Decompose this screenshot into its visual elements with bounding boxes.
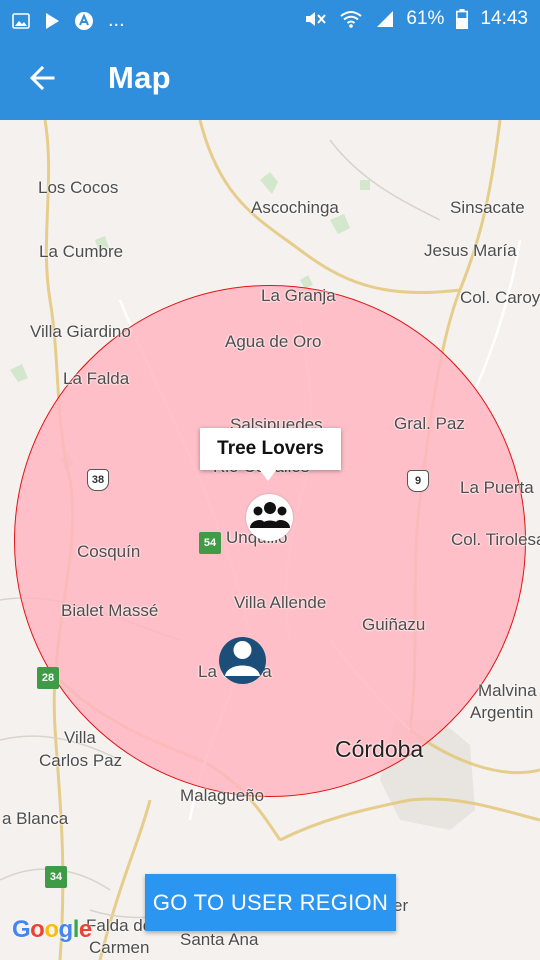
google-logo: Google [12, 916, 92, 943]
route-shield: 34 [45, 866, 67, 888]
place-label: Malagueño [180, 786, 265, 805]
app-logo-icon [74, 11, 94, 31]
go-to-user-region-button[interactable]: GO TO USER REGION [145, 874, 396, 931]
group-marker[interactable] [246, 494, 293, 541]
place-label: Los Cocos [38, 178, 119, 197]
place-label: a Blanca [2, 809, 69, 828]
place-label: Agua de Oro [225, 332, 322, 351]
place-label: Ascochinga [251, 198, 339, 217]
place-label: La Puerta [460, 478, 534, 497]
route-shield: 9 [407, 470, 429, 492]
group-info-window[interactable]: Tree Lovers [200, 428, 341, 470]
place-label: Carlos Paz [39, 751, 123, 770]
group-name: Tree Lovers [217, 438, 324, 459]
user-avatar-icon [219, 637, 266, 684]
place-label: La Falda [63, 369, 130, 388]
place-label: Carmen [89, 938, 150, 957]
arrow-left-icon [29, 65, 55, 95]
user-location-marker[interactable] [219, 637, 266, 684]
status-indicators: 61% 14:43 [304, 8, 528, 30]
place-label-city: Córdoba [335, 736, 424, 762]
place-label: Jesus María [424, 241, 517, 260]
wifi-icon [340, 10, 363, 28]
app-bar: Map [0, 38, 540, 120]
place-label: Villa [64, 728, 96, 747]
place-label: Villa Giardino [30, 322, 131, 341]
battery-icon [456, 9, 469, 29]
place-label: La Granja [261, 286, 336, 305]
place-label: Malvina [478, 681, 537, 700]
page-title: Map [108, 60, 171, 95]
route-shield: 54 [199, 532, 221, 554]
place-label: Sinsacate [450, 198, 525, 217]
place-label: Col. Caroy [460, 288, 540, 307]
place-label: Bialet Massé [61, 601, 159, 620]
info-window-tail [259, 469, 277, 481]
status-bar: ... 61% 14:43 [0, 0, 540, 38]
status-notifications: ... [12, 9, 125, 32]
place-label: Gral. Paz [394, 414, 465, 433]
place-label: Argentin [470, 703, 534, 722]
place-label: Falda de [86, 916, 153, 935]
image-icon [12, 12, 30, 29]
map-view[interactable]: Los Cocos Ascochinga Sinsacate La Cumbre… [0, 120, 540, 960]
group-icon [249, 500, 290, 535]
status-ellipsis: ... [108, 9, 125, 31]
play-icon [44, 12, 60, 30]
place-label: Col. Tirolesa [451, 530, 540, 549]
route-shield: 28 [37, 667, 59, 689]
battery-percent: 61% [406, 8, 445, 29]
signal-icon [374, 10, 394, 28]
mute-icon [304, 9, 328, 29]
place-label: Villa Allende [234, 593, 327, 612]
status-time: 14:43 [480, 8, 528, 29]
place-label: La Cumbre [39, 242, 124, 261]
place-label: Guiñazu [362, 615, 426, 634]
place-label: Santa Ana [180, 930, 259, 949]
place-label: Cosquín [77, 542, 141, 561]
route-shield: 38 [87, 469, 109, 491]
back-button[interactable] [22, 60, 62, 100]
